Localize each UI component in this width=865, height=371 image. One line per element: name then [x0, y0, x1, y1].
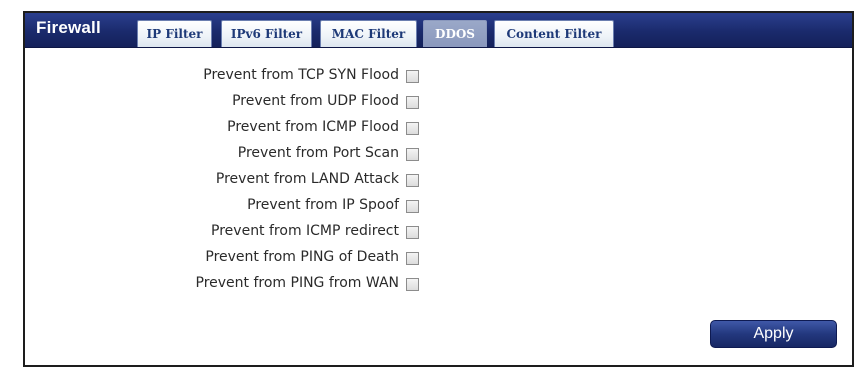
tab-ip-filter[interactable]: IP Filter: [137, 20, 212, 47]
option-label: Prevent from PING from WAN: [195, 275, 400, 291]
option-row-icmp-redirect: Prevent from ICMP redirect: [25, 222, 425, 244]
option-label: Prevent from ICMP Flood: [227, 119, 399, 135]
apply-button[interactable]: Apply: [710, 320, 837, 348]
option-row-ip-spoof: Prevent from IP Spoof: [25, 196, 425, 218]
option-label: Prevent from Port Scan: [237, 145, 399, 161]
firewall-panel: Firewall IP Filter IPv6 Filter MAC Filte…: [23, 11, 854, 367]
checkbox-ping-from-wan[interactable]: [406, 278, 419, 291]
option-label: Prevent from IP Spoof: [247, 197, 399, 213]
option-label: Prevent from LAND Attack: [215, 171, 399, 187]
option-label: Prevent from TCP SYN Flood: [203, 67, 399, 83]
option-label: Prevent from PING of Death: [205, 249, 399, 265]
checkbox-ip-spoof[interactable]: [406, 200, 419, 213]
option-row-udp-flood: Prevent from UDP Flood: [25, 92, 425, 114]
checkbox-tcp-syn-flood[interactable]: [406, 70, 419, 83]
checkbox-port-scan[interactable]: [406, 148, 419, 161]
tab-ipv6-filter[interactable]: IPv6 Filter: [221, 20, 312, 47]
tab-ddos[interactable]: DDOS: [423, 20, 487, 47]
option-row-ping-of-death: Prevent from PING of Death: [25, 248, 425, 270]
option-row-tcp-syn-flood: Prevent from TCP SYN Flood: [25, 66, 425, 88]
option-row-port-scan: Prevent from Port Scan: [25, 144, 425, 166]
panel-header: Firewall IP Filter IPv6 Filter MAC Filte…: [25, 13, 852, 48]
option-row-land-attack: Prevent from LAND Attack: [25, 170, 425, 192]
checkbox-ping-of-death[interactable]: [406, 252, 419, 265]
option-label: Prevent from UDP Flood: [232, 93, 399, 109]
checkbox-icmp-redirect[interactable]: [406, 226, 419, 239]
checkbox-land-attack[interactable]: [406, 174, 419, 187]
option-label: Prevent from ICMP redirect: [211, 223, 399, 239]
panel-title: Firewall: [36, 18, 101, 37]
checkbox-udp-flood[interactable]: [406, 96, 419, 109]
option-row-icmp-flood: Prevent from ICMP Flood: [25, 118, 425, 140]
option-row-ping-from-wan: Prevent from PING from WAN: [25, 274, 425, 296]
tab-content-filter[interactable]: Content Filter: [494, 20, 614, 47]
tab-mac-filter[interactable]: MAC Filter: [320, 20, 417, 47]
checkbox-icmp-flood[interactable]: [406, 122, 419, 135]
